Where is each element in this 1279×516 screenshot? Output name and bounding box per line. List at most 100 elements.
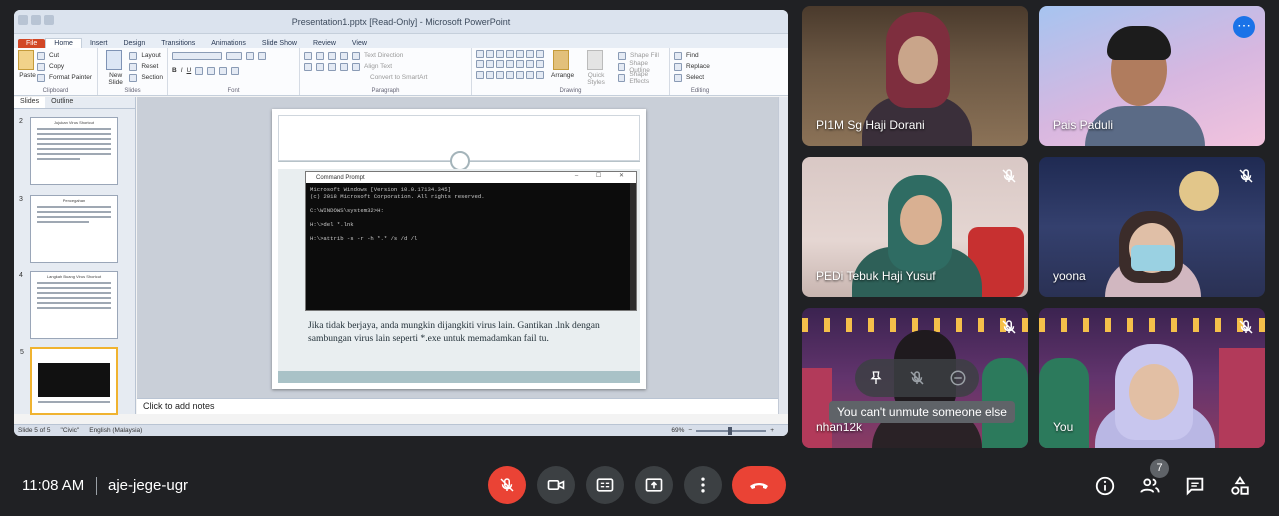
bold-icon[interactable]: B xyxy=(172,67,177,74)
tab-slides[interactable]: Slides xyxy=(14,97,46,108)
leave-call-button[interactable] xyxy=(732,466,786,504)
font-size-select[interactable] xyxy=(226,51,242,60)
window-controls: – ☐ ✕ xyxy=(574,173,632,179)
tab-slide-show[interactable]: Slide Show xyxy=(254,39,305,48)
participant-count-badge: 7 xyxy=(1150,459,1169,478)
present-button[interactable] xyxy=(635,466,673,504)
case-icon[interactable] xyxy=(219,66,228,75)
align-right-icon[interactable] xyxy=(328,62,336,71)
shrink-font-icon[interactable] xyxy=(258,51,266,60)
participant-tile[interactable]: PI1M Sg Haji Dorani xyxy=(802,6,1028,146)
replace-button[interactable]: Replace xyxy=(674,61,726,72)
zoom-control[interactable]: 69% − + xyxy=(671,426,774,435)
spacing-icon[interactable] xyxy=(207,66,216,75)
cursor-icon xyxy=(674,73,682,82)
paste-button[interactable]: Paste xyxy=(18,50,37,83)
underline-icon[interactable]: U xyxy=(187,67,192,74)
microphone-button[interactable] xyxy=(488,466,526,504)
cut-button[interactable]: Cut xyxy=(37,50,92,61)
line-spacing-icon[interactable] xyxy=(352,51,360,60)
align-text-button[interactable]: Align Text xyxy=(364,63,392,70)
tab-home[interactable]: Home xyxy=(45,38,82,48)
tab-review[interactable]: Review xyxy=(305,39,344,48)
layout-button[interactable]: Layout xyxy=(129,50,163,61)
font-name-select[interactable] xyxy=(172,51,222,60)
italic-icon[interactable]: I xyxy=(181,67,183,74)
select-button[interactable]: Select xyxy=(674,72,726,83)
participant-name: yoona xyxy=(1053,269,1086,283)
clipboard-group: Paste Cut Copy Format Painter Clipboard xyxy=(14,48,98,95)
notes-pane[interactable]: Click to add notes xyxy=(137,398,778,414)
shapes-gallery[interactable] xyxy=(476,50,545,80)
align-left-icon[interactable] xyxy=(304,62,312,71)
convert-smartart-button[interactable]: Convert to SmartArt xyxy=(370,74,427,81)
participant-tile[interactable]: ⋯ Pais Paduli xyxy=(1039,6,1265,146)
participant-tile[interactable]: PEDi Tebuk Haji Yusuf xyxy=(802,157,1028,297)
quick-styles-button[interactable]: Quick Styles xyxy=(580,50,612,86)
chat-button[interactable] xyxy=(1183,474,1207,498)
format-painter-button[interactable]: Format Painter xyxy=(37,72,92,83)
find-button[interactable]: Find xyxy=(674,50,726,61)
quick-access-toolbar[interactable] xyxy=(18,15,54,25)
captions-button[interactable] xyxy=(586,466,624,504)
section-button[interactable]: Section xyxy=(129,72,163,83)
captions-icon xyxy=(596,478,614,492)
arrange-button[interactable]: Arrange xyxy=(551,50,574,86)
slide-thumbnail[interactable]: 3 Pencegahan xyxy=(19,195,118,263)
more-vert-icon xyxy=(701,477,705,493)
mic-off-icon xyxy=(1002,169,1016,183)
tab-file[interactable]: File xyxy=(18,39,46,48)
tab-transitions[interactable]: Transitions xyxy=(153,39,203,48)
slide-counter: Slide 5 of 5 xyxy=(18,427,51,434)
justify-icon[interactable] xyxy=(340,62,348,71)
pin-icon xyxy=(870,371,882,384)
shape-effects-button[interactable]: Shape Effects xyxy=(618,71,665,85)
slides-pane: Slides Outline 2 Jujukan Virus Shortcut 3… xyxy=(14,97,136,415)
text-direction-button[interactable]: Text Direction xyxy=(364,52,403,59)
bullets-icon[interactable] xyxy=(304,51,312,60)
copy-button[interactable]: Copy xyxy=(37,61,92,72)
replace-icon xyxy=(674,62,682,71)
paragraph-group: Text Direction Align Text Convert to Sma… xyxy=(300,48,472,95)
columns-icon[interactable] xyxy=(352,62,360,71)
participant-name: PEDi Tebuk Haji Yusuf xyxy=(816,269,936,283)
pin-button[interactable] xyxy=(864,366,888,390)
reset-icon xyxy=(129,62,138,71)
slide-thumbnail-selected[interactable]: 5 xyxy=(20,347,118,415)
numbering-icon[interactable] xyxy=(316,51,324,60)
strikethrough-icon[interactable] xyxy=(195,66,204,75)
tab-insert[interactable]: Insert xyxy=(82,39,116,48)
camera-button[interactable] xyxy=(537,466,575,504)
activities-icon xyxy=(1231,476,1249,495)
tab-view[interactable]: View xyxy=(344,39,375,48)
drawing-group: Arrange Quick Styles Shape Fill Shape Ou… xyxy=(472,48,670,95)
tab-design[interactable]: Design xyxy=(115,39,153,48)
tab-animations[interactable]: Animations xyxy=(203,39,254,48)
activities-button[interactable] xyxy=(1228,474,1252,498)
cmd-title: Command Prompt xyxy=(316,174,365,181)
align-center-icon[interactable] xyxy=(316,62,324,71)
font-color-icon[interactable] xyxy=(231,66,240,75)
current-slide[interactable]: Command Prompt – ☐ ✕ Microsoft Windows [V… xyxy=(272,109,646,389)
more-options-button[interactable] xyxy=(684,466,722,504)
participant-tile[interactable]: You xyxy=(1039,308,1265,448)
new-slide-button[interactable]: New Slide xyxy=(102,50,129,86)
slide-thumbnail[interactable]: 4 Langkah Buang Virus Shortcut xyxy=(19,271,118,339)
mute-participant-button[interactable] xyxy=(905,366,929,390)
tab-outline[interactable]: Outline xyxy=(45,97,79,108)
slide-thumbnail[interactable]: 2 Jujukan Virus Shortcut xyxy=(19,117,118,185)
editor-scrollbar[interactable] xyxy=(778,97,788,414)
zoom-slider[interactable] xyxy=(696,426,767,435)
participant-tile[interactable]: yoona xyxy=(1039,157,1265,297)
grow-font-icon[interactable] xyxy=(246,51,254,60)
participant-name: You xyxy=(1053,420,1074,434)
indent-icon[interactable] xyxy=(328,51,336,60)
mic-off-icon xyxy=(500,478,514,492)
reset-button[interactable]: Reset xyxy=(129,61,163,72)
remove-participant-button[interactable] xyxy=(946,366,970,390)
outdent-icon[interactable] xyxy=(340,51,348,60)
meeting-details-button[interactable] xyxy=(1093,474,1117,498)
more-options-button[interactable]: ⋯ xyxy=(1233,16,1255,38)
slide-caption[interactable]: Jika tidak berjaya, anda mungkin dijangk… xyxy=(308,319,638,345)
hang-up-icon xyxy=(750,483,768,489)
